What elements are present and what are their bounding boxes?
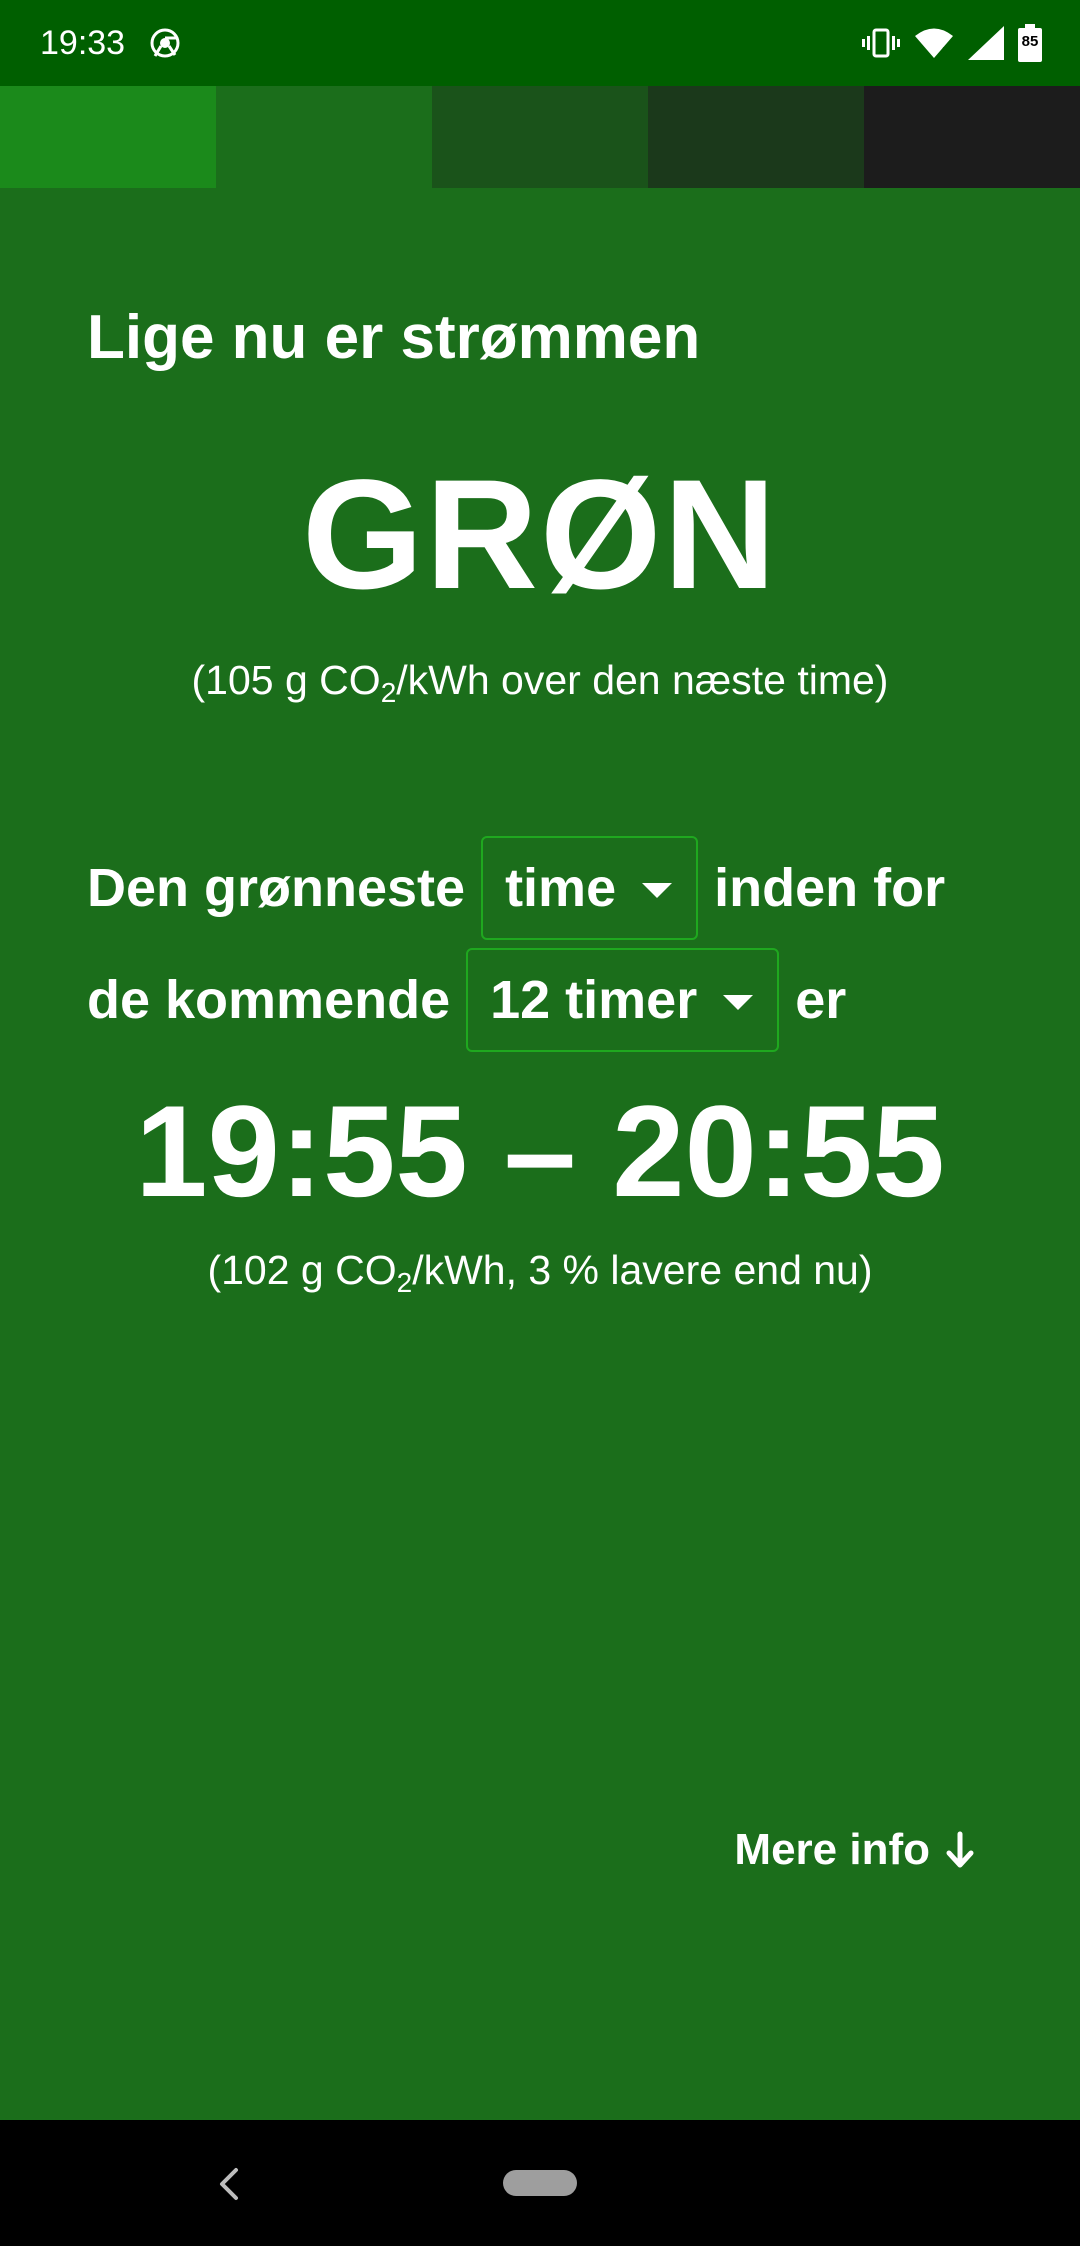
back-icon[interactable] [212, 2164, 246, 2204]
wifi-icon: 4 [915, 28, 953, 59]
chrome-icon [150, 28, 180, 58]
sentence-line-1: Den grønneste time inden for [87, 834, 945, 942]
battery-level: 85 [1021, 33, 1039, 50]
best-intensity-suffix: /kWh, 3 % lavere end nu) [412, 1247, 873, 1293]
best-intensity: (102 g CO2/kWh, 3 % lavere end nu) [0, 1242, 1080, 1298]
arrow-down-icon [946, 1831, 974, 1868]
current-intensity-suffix: /kWh over den næste time) [396, 657, 889, 703]
caret-down-icon [642, 882, 673, 898]
svg-text:4: 4 [939, 46, 948, 59]
best-time-window: 19:55 – 20:55 [135, 1078, 945, 1224]
scale-segment [216, 86, 432, 188]
status-word: GRØN [302, 448, 778, 622]
scale-segment [0, 86, 216, 188]
sentence-line-2: de kommende 12 timer er [87, 946, 846, 1054]
scale-segment [432, 86, 648, 188]
more-info-label: Mere info [734, 1825, 930, 1874]
status-time: 19:33 [40, 24, 126, 62]
sentence-part-1: Den grønneste [87, 858, 466, 918]
duration-dropdown-value: time [505, 858, 617, 918]
caret-down-icon [723, 994, 754, 1010]
window-dropdown[interactable]: 12 timer [466, 948, 780, 1052]
vibrate-icon [862, 28, 900, 58]
cellular-signal-icon [968, 26, 1004, 60]
current-intensity-prefix: (105 g CO [191, 657, 381, 703]
intro-heading: Lige nu er strømmen [87, 303, 701, 372]
status-icons: 4 85 [862, 22, 1042, 64]
home-pill[interactable] [503, 2170, 577, 2196]
sentence-part-2: inden for [714, 858, 946, 918]
sentence-part-3: de kommende [87, 970, 451, 1030]
more-info-link[interactable]: Mere info [734, 1820, 976, 1880]
current-intensity-subscript: 2 [380, 677, 397, 708]
color-scale-bar [0, 86, 1080, 188]
battery-icon: 85 [1018, 24, 1042, 62]
window-dropdown-value: 12 timer [490, 970, 698, 1030]
status-bar: 19:33 4 85 [0, 0, 1080, 86]
navigation-bar [0, 2120, 1080, 2246]
best-intensity-prefix: (102 g CO [207, 1247, 397, 1293]
best-intensity-subscript: 2 [396, 1267, 413, 1298]
sentence-part-4: er [795, 970, 847, 1030]
duration-dropdown[interactable]: time [481, 836, 699, 940]
scale-segment [864, 86, 1080, 188]
current-intensity: (105 g CO2/kWh over den næste time) [0, 652, 1080, 708]
scale-segment [648, 86, 864, 188]
